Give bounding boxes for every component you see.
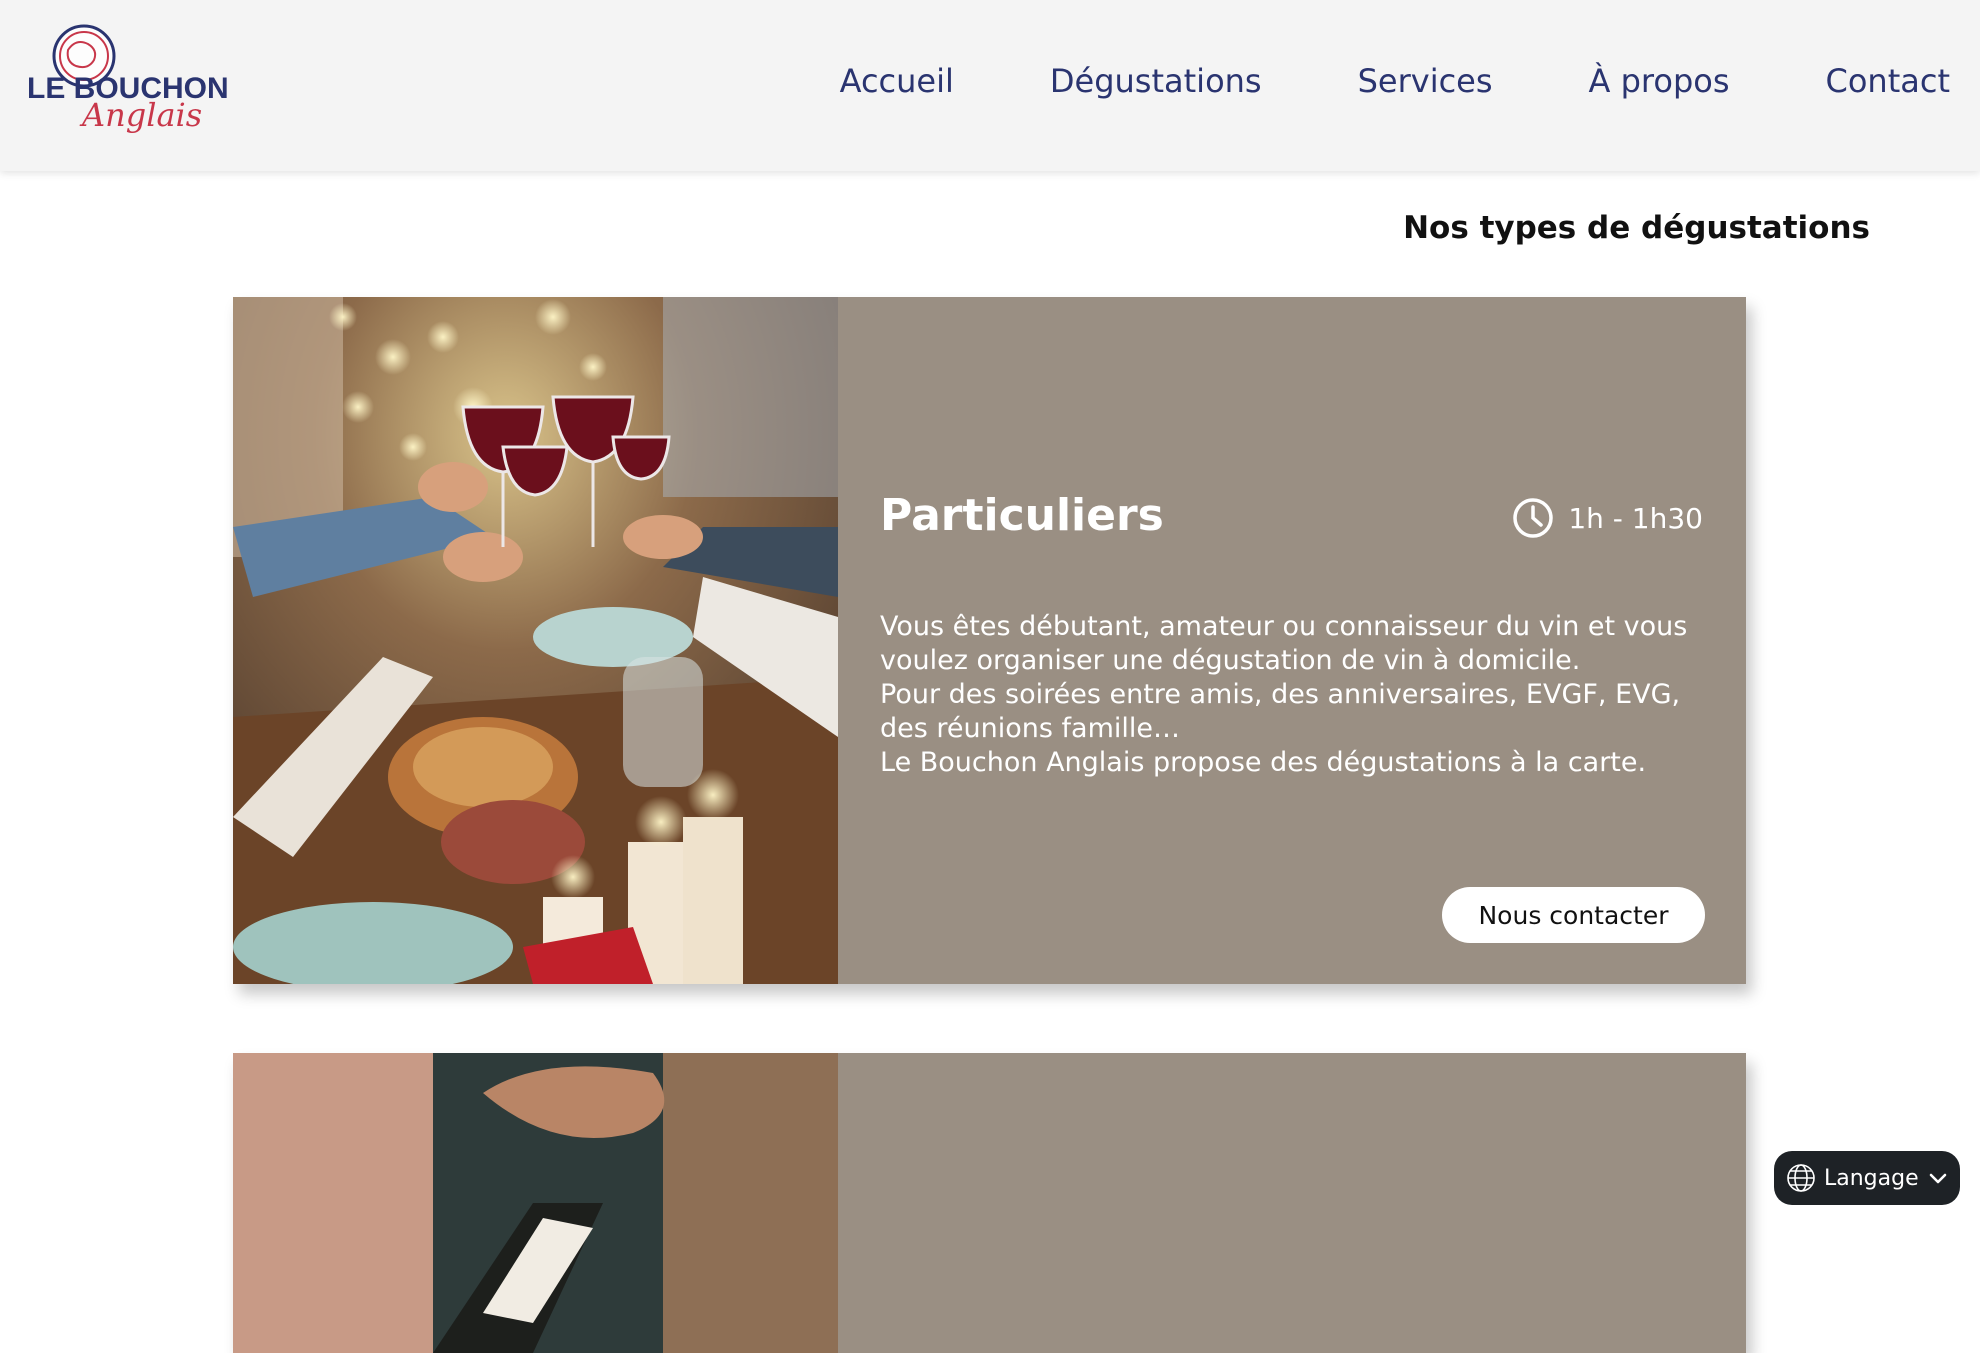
tasting-card-2 (233, 1053, 1746, 1353)
language-button[interactable]: Langage (1774, 1151, 1960, 1205)
tasting-card-particuliers: Particuliers 1h - 1h30 Vous êtes débutan… (233, 297, 1746, 984)
card-photo (233, 1053, 838, 1353)
logo-line2: Anglais (79, 96, 202, 134)
card-description: Vous êtes débutant, amateur ou connaisse… (880, 610, 1710, 780)
wine-toast-photo (233, 297, 838, 984)
main-nav: Accueil Dégustations Services À propos C… (744, 62, 1950, 100)
site-header: LE BOUCHON Anglais Accueil Dégustations … (0, 0, 1980, 171)
section-title: Nos types de dégustations (1403, 210, 1870, 246)
logo-graphic: LE BOUCHON Anglais (27, 24, 229, 134)
card-photo (233, 297, 838, 984)
nav-a-propos[interactable]: À propos (1589, 62, 1730, 100)
globe-icon (1787, 1164, 1815, 1192)
chevron-down-icon (1929, 1173, 1946, 1184)
site-logo[interactable]: LE BOUCHON Anglais (22, 20, 252, 140)
nav-degustations[interactable]: Dégustations (1050, 62, 1262, 100)
nav-services[interactable]: Services (1358, 62, 1493, 100)
nav-accueil[interactable]: Accueil (840, 62, 954, 100)
wine-bottle-photo (233, 1053, 838, 1353)
contact-button[interactable]: Nous contacter (1442, 887, 1705, 943)
card-description-text: Vous êtes débutant, amateur ou connaisse… (880, 611, 1688, 778)
language-label: Langage (1824, 1165, 1919, 1191)
clock-icon (1513, 498, 1554, 538)
duration-text: 1h - 1h30 (1568, 501, 1703, 535)
card-title: Particuliers (880, 490, 1164, 541)
nav-contact[interactable]: Contact (1826, 62, 1951, 100)
duration: 1h - 1h30 (1512, 497, 1703, 539)
